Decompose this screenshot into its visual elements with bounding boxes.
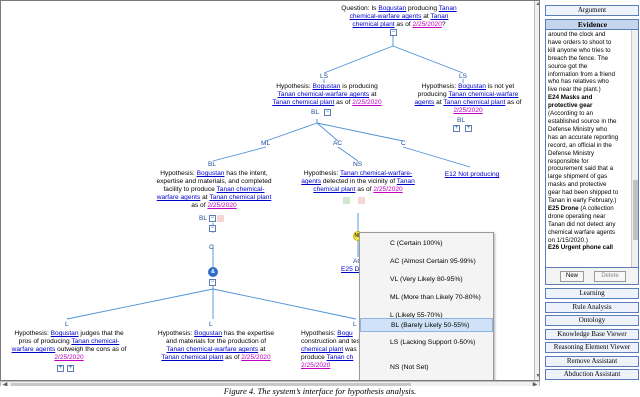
- learning-button[interactable]: Learning: [545, 288, 639, 299]
- menu-item-c[interactable]: C (Certain 100%): [360, 237, 493, 251]
- evidence-line: chemical warfare agents: [548, 228, 616, 236]
- label-bl-intent-sub: BL: [199, 215, 208, 222]
- evidence-text: around the clock and have orders to shoot…: [548, 31, 630, 252]
- evidence-scroll-thumb[interactable]: [633, 180, 638, 240]
- evidence-panel: Evidence around the clock and have orders…: [545, 19, 639, 268]
- figure-caption: Figure 4. The system’s interface for hyp…: [0, 386, 640, 397]
- argument-button[interactable]: Argument: [545, 5, 639, 16]
- evidence-line: established source in the: [548, 117, 617, 125]
- hypothesis-producing-node[interactable]: Hypothesis: Bogustan is producing Tanan …: [263, 83, 391, 107]
- new-evidence-button[interactable]: New: [560, 271, 584, 282]
- collapse-toggle-intent-2[interactable]: −: [209, 225, 216, 232]
- evidence-line: who has relatives who: [548, 78, 609, 86]
- evidence-line: Tanan in early February.): [548, 197, 617, 205]
- label-c-low: C: [209, 244, 214, 251]
- judges-toggle-1[interactable]: +: [57, 365, 64, 372]
- evidence-line: procurement said that a: [548, 165, 614, 173]
- and-connector-icon[interactable]: &: [208, 267, 218, 277]
- menu-item-ml[interactable]: ML (More than Likely 70-80%): [360, 291, 493, 305]
- evidence-line: has an accurate reporting: [548, 133, 619, 141]
- hypothesis-judges-node[interactable]: Hypothesis: Bogustan judges that the pro…: [9, 330, 129, 362]
- hypothesis-expertise-node[interactable]: Hypothesis: Bogustan has the expertise a…: [151, 330, 281, 362]
- hypothesis-detected-node[interactable]: Hypothesis: Tanan chemical-warfare- agen…: [299, 170, 417, 194]
- label-ls-right: LS: [459, 73, 468, 80]
- label-l-right: L: [353, 321, 357, 328]
- evidence-line: drone operating near: [548, 212, 606, 220]
- label-bl-not-yet: BL: [457, 117, 466, 124]
- evidence-line: kill anyone who tries to: [548, 46, 611, 54]
- scroll-up-arrow-icon[interactable]: ▲: [535, 1, 539, 8]
- label-bl-intent: BL: [208, 161, 217, 168]
- menu-item-ns[interactable]: NS (Not Set): [360, 361, 493, 375]
- evidence-line: gear had been shipped to: [548, 189, 619, 197]
- evidence-scrollbar[interactable]: [631, 30, 638, 267]
- hypothesis-not-yet-node[interactable]: Hypothesis: Bogustan is not yet producin…: [409, 83, 527, 115]
- evidence-buttons-bar: New Delete: [545, 268, 639, 285]
- evidence-line: have orders to shoot to: [548, 38, 612, 46]
- evidence-line: breach the fence. The: [548, 54, 609, 62]
- evidence-title: protective gear: [548, 102, 593, 110]
- evidence-line: information from a friend: [548, 70, 616, 78]
- reasoning-element-viewer-button[interactable]: Reasoning Element Viewer: [545, 342, 639, 353]
- judges-toggle-2[interactable]: +: [67, 365, 74, 372]
- expand-toggle-not-yet-2[interactable]: +: [465, 125, 472, 132]
- collapse-toggle-and[interactable]: −: [209, 279, 216, 286]
- evidence-line: live near the plant.): [548, 86, 601, 94]
- label-ml: ML: [261, 140, 271, 147]
- evidence-title: E25 Drone: [548, 204, 579, 212]
- evidence-line: Defense Ministry who: [548, 125, 608, 133]
- label-l-mid: L: [209, 321, 213, 328]
- menu-item-bl[interactable]: BL (Barely Likely 50-55%): [360, 318, 493, 332]
- collapse-toggle-intent[interactable]: −: [209, 215, 216, 222]
- detected-status-square-2: [358, 197, 365, 204]
- menu-item-vl[interactable]: VL (Very Likely 80-95%): [360, 273, 493, 287]
- e12-not-producing-node[interactable]: E12 Not producing: [439, 171, 505, 179]
- label-ac: AC: [333, 140, 343, 147]
- evidence-line: Tanan did not detect any: [548, 220, 616, 228]
- label-c-mid: C: [401, 140, 406, 147]
- scroll-down-arrow-icon[interactable]: ▼: [535, 373, 539, 380]
- evidence-line: source got the: [548, 62, 588, 70]
- right-side-panel: Argument Evidence around the clock and ha…: [543, 0, 640, 389]
- rule-analysis-button[interactable]: Rule Analysis: [545, 301, 639, 313]
- evidence-line: masks and protective: [548, 181, 607, 189]
- menu-item-ls[interactable]: LS (Lacking Support 0-50%): [360, 336, 493, 350]
- intent-status-square: [217, 215, 224, 222]
- evidence-title: E24 Masks and: [548, 94, 593, 102]
- label-ns: NS: [353, 161, 363, 168]
- evidence-line: (A collection: [578, 204, 614, 212]
- label-ls-left: LS: [320, 73, 329, 80]
- evidence-line: Defense Ministry: [548, 149, 595, 157]
- ontology-button[interactable]: Ontology: [545, 315, 639, 326]
- detected-status-square-1: [343, 197, 350, 204]
- evidence-line: on 1/15/2020.): [548, 236, 588, 244]
- label-l-left: L: [65, 321, 69, 328]
- question-node[interactable]: Question: Is Bogustan producing Tanan ch…: [329, 5, 469, 29]
- evidence-line: (According to an: [548, 110, 594, 118]
- expand-toggle-not-yet-1[interactable]: +: [453, 125, 460, 132]
- evidence-header: Evidence: [546, 20, 638, 30]
- evidence-title: E26 Urgent phone call: [548, 244, 613, 252]
- collapse-toggle-question[interactable]: −: [390, 29, 397, 36]
- label-bl-producing: BL: [311, 109, 320, 116]
- abduction-assistant-button[interactable]: Abduction Assistant: [545, 369, 639, 380]
- delete-evidence-button[interactable]: Delete: [594, 271, 626, 282]
- evidence-line: responsible for: [548, 157, 589, 165]
- evidence-line: around the clock and: [548, 31, 606, 38]
- evidence-line: large shipment of gas: [548, 173, 608, 181]
- hypothesis-tree-pane[interactable]: Question: Is Bogustan producing Tanan ch…: [0, 0, 540, 381]
- remove-assistant-button[interactable]: Remove Assistant: [545, 355, 639, 367]
- hypothesis-intent-node[interactable]: Hypothesis: Bogustan has the intent, exp…: [154, 170, 274, 210]
- collapse-toggle-producing[interactable]: −: [324, 109, 331, 116]
- knowledge-base-viewer-button[interactable]: Knowledge Base Viewer: [545, 328, 639, 340]
- evidence-line: record, an official in the: [548, 141, 612, 149]
- confidence-context-menu[interactable]: C (Certain 100%) AC (Almost Certain 95-99…: [359, 232, 494, 380]
- tree-vertical-scrollbar[interactable]: ▲ ▼: [534, 1, 539, 380]
- menu-item-ac[interactable]: AC (Almost Certain 95-99%): [360, 255, 493, 269]
